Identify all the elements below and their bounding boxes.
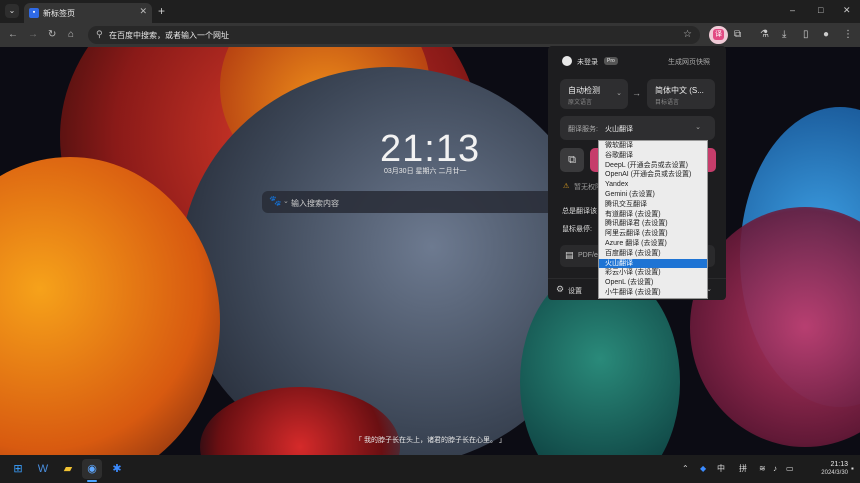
source-language-value: 自动检测	[568, 86, 600, 95]
browser-taskbar-icon[interactable]: ◉	[82, 459, 102, 479]
reload-icon[interactable]: ↻	[48, 28, 56, 41]
browser-toolbar: ← → ↻ ⌂ ⚲ 在百度中搜索，或者输入一个网址 ☆	[0, 23, 860, 47]
tab-new-tab-page[interactable]: ▪ 新标签页 ✕	[24, 3, 152, 23]
dropdown-option[interactable]: 腾讯交互翻译	[599, 200, 707, 210]
tab-strip: ⌄ ▪ 新标签页 ✕ + – □ ✕	[0, 0, 860, 23]
taskbar-date[interactable]: 2024/3/30	[806, 470, 848, 476]
page-search-box[interactable]: 🐾 ⌄ 输入搜索内容	[262, 191, 596, 213]
dropdown-option[interactable]: Yandex	[599, 180, 707, 190]
target-language-select[interactable]: 简体中文 (S... 目标语言	[647, 79, 715, 109]
dropdown-option[interactable]: 腾讯翻译君 (去设置)	[599, 219, 707, 229]
windows-taskbar: ⊞ W ▰ ◉ ✱ ⌃ ◆ 中 拼 ≋ ♪ ▭ 21:13 2024/3/30 …	[0, 455, 860, 483]
wifi-icon[interactable]: ≋	[759, 464, 766, 474]
volume-icon[interactable]: ♪	[773, 464, 777, 474]
settings-link[interactable]: 设置	[568, 286, 582, 296]
tab-close-icon[interactable]: ✕	[139, 6, 147, 17]
service-label: 翻译服务:	[568, 126, 598, 133]
source-language-caption: 原文语言	[568, 100, 593, 106]
back-icon[interactable]: ←	[8, 28, 18, 41]
gear-icon[interactable]: ⚙	[556, 284, 564, 295]
dropdown-option[interactable]: 小牛翻译 (去设置)	[599, 288, 707, 298]
dropdown-option[interactable]: 百度翻译 (去设置)	[599, 249, 707, 259]
hover-translate-label: 鼠标悬停:	[562, 226, 592, 233]
snapshot-link[interactable]: 生成网页快照	[668, 57, 710, 67]
home-icon[interactable]: ⌂	[68, 28, 74, 41]
pro-badge: Pro	[604, 57, 618, 65]
ime-mode[interactable]: 拼	[739, 464, 747, 474]
address-bar-placeholder: 在百度中搜索，或者输入一个网址	[109, 31, 229, 40]
minimize-button[interactable]: –	[790, 4, 795, 16]
search-icon: ⚲	[96, 29, 103, 39]
login-status[interactable]: 未登录	[577, 57, 598, 67]
extensions-puzzle-icon[interactable]: ⧉	[734, 29, 741, 41]
dropdown-option[interactable]: 阿里云翻译 (去设置)	[599, 229, 707, 239]
word-icon[interactable]: W	[33, 459, 53, 479]
compare-mode-icon[interactable]: ⧉	[560, 148, 584, 172]
star-app-icon[interactable]: ✱	[107, 459, 127, 479]
translate-extension-button[interactable]: 译	[709, 26, 728, 44]
dropdown-option[interactable]: 火山翻译	[599, 258, 707, 269]
forward-icon[interactable]: →	[28, 28, 38, 41]
new-tab-wallpaper	[0, 47, 860, 455]
target-language-caption: 目标语言	[655, 100, 680, 106]
translation-service-select[interactable]: 翻译服务: 火山翻译 ⌄	[560, 116, 715, 140]
page-clock: 21:13	[380, 128, 481, 170]
dropdown-option[interactable]: 微软翻译	[599, 141, 707, 151]
chevron-down-icon: ⌄	[616, 90, 622, 97]
always-translate-label: 总是翻译该	[562, 208, 597, 215]
windows-start-icon[interactable]: ⊞	[8, 459, 28, 479]
dropdown-option[interactable]: DeepL (开通会员或去设置)	[599, 161, 707, 171]
dropdown-option[interactable]: 有道翻译 (去设置)	[599, 210, 707, 220]
translate-extension-icon: 译	[713, 29, 724, 40]
address-bar[interactable]: ⚲ 在百度中搜索，或者输入一个网址 ☆	[88, 26, 700, 44]
maximize-button[interactable]: □	[818, 4, 823, 16]
ime-language[interactable]: 中	[717, 464, 725, 474]
notification-bell-icon[interactable]: ▪	[851, 464, 854, 474]
battery-icon[interactable]: ▭	[786, 464, 794, 474]
file-icon: ▤	[565, 250, 574, 260]
search-input[interactable]: 输入搜索内容	[291, 198, 339, 209]
bookmark-star-icon[interactable]: ☆	[683, 29, 692, 40]
source-language-select[interactable]: 自动检测 原文语言 ⌄	[560, 79, 628, 109]
taskbar-time[interactable]: 21:13	[812, 461, 848, 468]
warning-icon: ⚠	[563, 183, 570, 190]
file-explorer-icon[interactable]: ▰	[58, 459, 78, 479]
page-date: 03月30日 星期六 二月廿一	[384, 168, 467, 175]
chevron-up-icon[interactable]: ⌃	[682, 464, 689, 474]
arrow-right-icon: →	[632, 88, 641, 98]
tab-search-icon[interactable]: ⌄	[5, 4, 19, 18]
dropdown-option[interactable]: Gemini (去设置)	[599, 190, 707, 200]
dropdown-option[interactable]: 谷歌翻译	[599, 151, 707, 161]
target-language-value: 简体中文 (S...	[655, 86, 704, 95]
dropdown-option[interactable]: 彩云小译 (去设置)	[599, 268, 707, 278]
close-window-button[interactable]: ✕	[843, 4, 851, 16]
new-tab-page-icon: ▪	[29, 8, 39, 18]
lab-flask-icon[interactable]: ⚗	[760, 29, 769, 41]
baidu-paw-icon[interactable]: 🐾	[269, 196, 281, 208]
profile-icon[interactable]: ●	[823, 29, 829, 41]
tray-app-icon[interactable]: ◆	[700, 464, 706, 474]
dropdown-option[interactable]: OpenAI (开通会员或去设置)	[599, 170, 707, 180]
chevron-down-icon[interactable]: ⌄	[283, 197, 289, 205]
new-tab-button[interactable]: +	[158, 4, 165, 18]
tab-title: 新标签页	[43, 9, 75, 18]
service-value: 火山翻译	[605, 126, 633, 133]
more-menu-icon[interactable]: ⋮	[843, 29, 853, 41]
side-panel-icon[interactable]: ▯	[803, 29, 809, 41]
dropdown-option[interactable]: Azure 翻译 (去设置)	[599, 239, 707, 249]
download-icon[interactable]: ⤓	[782, 29, 786, 41]
translation-service-dropdown: 微软翻译 谷歌翻译 DeepL (开通会员或去设置) OpenAI (开通会员或去设置…	[598, 140, 708, 299]
chevron-down-icon: ⌄	[695, 124, 701, 131]
active-app-indicator	[87, 480, 97, 482]
quote-text: 「 我的脖子长在头上，诸君的脖子长在心里。 」	[355, 437, 506, 444]
dropdown-option[interactable]: OpenL (去设置)	[599, 278, 707, 288]
avatar[interactable]	[562, 56, 572, 66]
